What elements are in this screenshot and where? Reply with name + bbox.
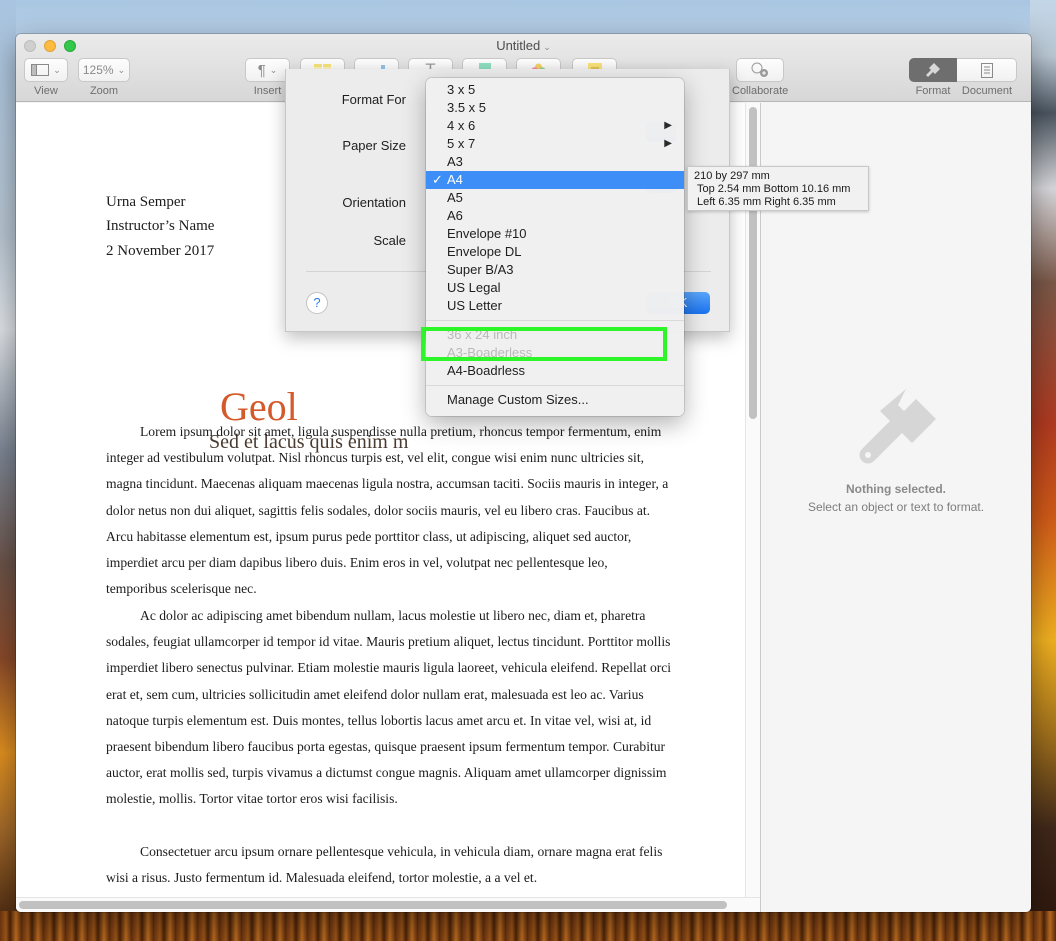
menu-item-label: Envelope #10 bbox=[447, 226, 527, 241]
paper-size-tooltip: 210 by 297 mm Top 2.54 mm Bottom 10.16 m… bbox=[687, 166, 869, 211]
menu-item-label: A4 bbox=[447, 172, 463, 187]
orientation-label: Orientation bbox=[342, 195, 406, 210]
horizontal-scroll-thumb[interactable] bbox=[19, 901, 727, 909]
insert-button[interactable]: ¶ ⌄ bbox=[245, 58, 290, 82]
zoom-control: 125% ⌄ Zoom bbox=[78, 58, 130, 97]
nothing-selected-subtitle: Select an object or text to format. bbox=[807, 500, 985, 514]
chevron-down-icon: ⌄ bbox=[53, 64, 61, 75]
paintbrush-icon bbox=[926, 63, 940, 77]
paper-size-menu-item[interactable]: A6 bbox=[426, 207, 684, 225]
document-date: 2 November 2017 bbox=[106, 243, 215, 259]
format-label: Format bbox=[915, 85, 951, 97]
horizontal-scrollbar[interactable] bbox=[16, 897, 760, 912]
view-button[interactable]: ⌄ bbox=[24, 58, 68, 82]
desktop-background-right bbox=[1030, 0, 1056, 941]
add-person-icon bbox=[751, 62, 769, 77]
document-label: Document bbox=[961, 85, 1013, 97]
body-paragraph: Consectetuer arcu ipsum ornare pellentes… bbox=[106, 844, 663, 886]
paper-size-menu-item[interactable]: US Legal bbox=[426, 279, 684, 297]
desktop-background-left bbox=[0, 0, 16, 941]
menu-item-label: Envelope DL bbox=[447, 244, 522, 259]
format-for-label: Format For bbox=[341, 92, 406, 107]
tooltip-dimensions: 210 by 297 mm bbox=[694, 170, 770, 182]
document-button[interactable] bbox=[957, 58, 1017, 82]
view-label: View bbox=[34, 85, 58, 97]
checkmark-icon: ✓ bbox=[432, 172, 443, 187]
custom-paper-size-menu-item[interactable]: A4-Boadrless bbox=[426, 362, 684, 380]
collaborate-label: Collaborate bbox=[732, 85, 789, 97]
help-button[interactable]: ? bbox=[306, 292, 328, 314]
chevron-down-icon: ⌄ bbox=[269, 64, 278, 75]
chevron-down-icon: ⌄ bbox=[117, 64, 126, 75]
format-button[interactable] bbox=[909, 58, 957, 82]
insert-label: Insert bbox=[253, 85, 282, 97]
paper-size-menu-item[interactable]: A3 bbox=[426, 153, 684, 171]
menu-item-label: 4 x 6 bbox=[447, 118, 476, 133]
paper-size-menu: 3 x 5 3.5 x 5 4 x 6 ▶ 5 x 7 ▶ A3 ✓ A4 A5 A6 Envelop… bbox=[426, 78, 684, 416]
body-paragraph: Lorem ipsum dolor sit amet, ligula suspe… bbox=[106, 424, 669, 597]
zoom-label: Zoom bbox=[89, 85, 119, 97]
window-title-text: Untitled bbox=[496, 38, 541, 53]
paper-size-menu-item[interactable]: 5 x 7 ▶ bbox=[426, 135, 684, 153]
menu-item-label: 5 x 7 bbox=[447, 136, 476, 151]
paper-size-menu-item[interactable]: Envelope DL bbox=[426, 243, 684, 261]
paper-size-menu-item[interactable]: Envelope #10 bbox=[426, 225, 684, 243]
paintbrush-icon bbox=[859, 389, 936, 464]
insert-control: ¶ ⌄ Insert bbox=[245, 58, 290, 97]
pilcrow-icon: ¶ bbox=[257, 61, 266, 79]
menu-separator bbox=[426, 385, 684, 386]
window-title[interactable]: Untitled ⌄ bbox=[16, 38, 1031, 53]
submenu-arrow-icon: ▶ bbox=[664, 138, 672, 149]
tooltip-top-bottom-margins: Top 2.54 mm Bottom 10.16 mm bbox=[697, 183, 851, 195]
menu-item-label: Super B/A3 bbox=[447, 262, 514, 277]
paper-size-label: Paper Size bbox=[342, 138, 406, 153]
menu-item-label: US Letter bbox=[447, 298, 502, 313]
scale-label: Scale bbox=[373, 233, 406, 248]
desktop-background-bottom bbox=[0, 911, 1056, 941]
manage-custom-sizes-item[interactable]: Manage Custom Sizes... bbox=[426, 391, 684, 409]
author-name: Urna Semper bbox=[106, 194, 186, 210]
body-paragraph: Ac dolor ac adipiscing amet bibendum nul… bbox=[106, 608, 672, 807]
menu-item-label: A5 bbox=[447, 190, 463, 205]
paper-size-menu-item[interactable]: US Letter bbox=[426, 297, 684, 315]
submenu-arrow-icon: ▶ bbox=[664, 120, 672, 131]
inspector-segmented-control bbox=[909, 58, 1017, 82]
vertical-scroll-thumb[interactable] bbox=[749, 107, 757, 419]
paper-size-menu-item[interactable]: 3 x 5 bbox=[426, 81, 684, 99]
nothing-selected-title: Nothing selected. bbox=[845, 482, 946, 496]
vertical-scrollbar[interactable] bbox=[745, 103, 760, 912]
menu-item-label: 3 x 5 bbox=[447, 82, 476, 97]
format-sidebar: Nothing selected. Select an object or te… bbox=[761, 103, 1031, 912]
paper-size-menu-item[interactable]: ✓ A4 bbox=[426, 171, 684, 189]
menu-item-label: US Legal bbox=[447, 280, 501, 295]
collaborate-button[interactable] bbox=[736, 58, 785, 82]
paper-size-menu-item[interactable]: A5 bbox=[426, 189, 684, 207]
inspector-switch: Format Document bbox=[909, 58, 1017, 97]
menu-item-label: A3 bbox=[447, 154, 463, 169]
menu-separator bbox=[426, 320, 684, 321]
view-control: ⌄ View bbox=[24, 58, 68, 97]
paper-size-menu-item[interactable]: 4 x 6 ▶ bbox=[426, 117, 684, 135]
menu-item-label: 3.5 x 5 bbox=[447, 100, 487, 115]
zoom-popup-button[interactable]: 125% ⌄ bbox=[78, 58, 130, 82]
paper-size-menu-item[interactable]: 3.5 x 5 bbox=[426, 99, 684, 117]
menu-item-label: A6 bbox=[447, 208, 463, 223]
document-icon bbox=[980, 62, 993, 78]
paper-size-menu-item[interactable]: Super B/A3 bbox=[426, 261, 684, 279]
instructor-name: Instructor’s Name bbox=[106, 218, 215, 234]
paper-size-standard-group: 3 x 5 3.5 x 5 4 x 6 ▶ 5 x 7 ▶ A3 ✓ A4 A5 A6 Envelop… bbox=[426, 81, 684, 315]
sidebar-view-icon bbox=[31, 64, 50, 76]
collaborate-control: Collaborate bbox=[732, 58, 788, 97]
tooltip-left-right-margins: Left 6.35 mm Right 6.35 mm bbox=[697, 196, 836, 208]
zoom-value: 125% bbox=[82, 63, 114, 77]
highlight-annotation-box bbox=[421, 327, 667, 361]
chevron-down-icon: ⌄ bbox=[543, 42, 551, 52]
